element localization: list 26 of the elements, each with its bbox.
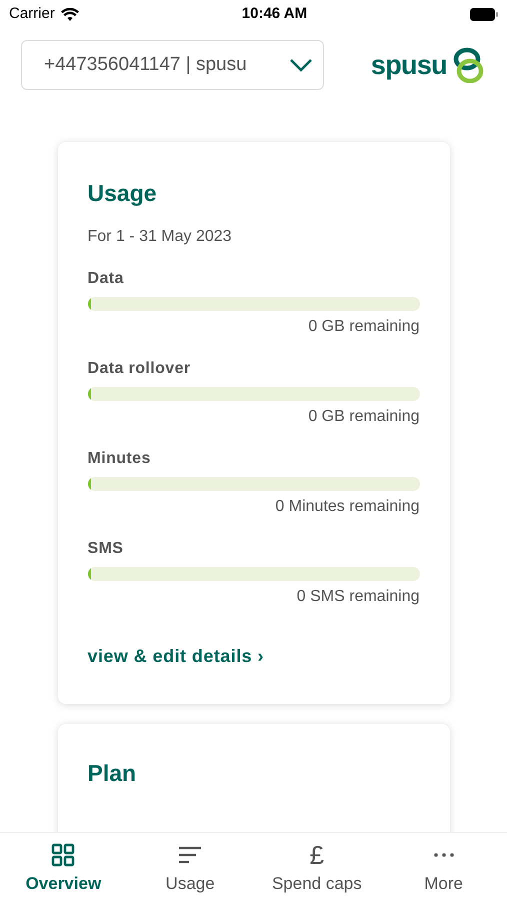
card-title: Plan (88, 758, 138, 788)
usage-period: For 1 - 31 May 2023 (88, 226, 233, 246)
logo: spusu (370, 44, 485, 86)
chevron-down-icon (289, 58, 313, 72)
more-icon (434, 853, 454, 857)
pound-icon: £ (310, 843, 324, 867)
tab[interactable]: Usage (126, 833, 254, 900)
grid-icon (51, 843, 76, 867)
tab[interactable]: Overview (0, 833, 127, 900)
card-title: Usage (88, 179, 158, 208)
account-dropdown[interactable]: +447356041147 | spusu (21, 40, 324, 90)
status-time: 10:46 AM (242, 4, 308, 24)
details-link[interactable]: view & edit details › (88, 642, 420, 670)
meter-label: Data (88, 268, 125, 288)
meter-label: Data rollover (88, 358, 192, 378)
tab[interactable]: £ Spend caps (254, 833, 380, 900)
meter-label: Minutes (88, 448, 152, 468)
meter-label: SMS (88, 538, 124, 558)
meter-reading: 0 SMS remaining (296, 586, 420, 606)
meter-reading: 0 GB remaining (308, 316, 420, 336)
battery-icon (470, 8, 498, 20)
wifi-icon (60, 8, 79, 20)
carrier-label: Carrier (9, 4, 55, 24)
meter-reading: 0 Minutes remaining (275, 496, 420, 516)
tab[interactable]: More (380, 833, 507, 900)
meter-reading: 0 GB remaining (308, 406, 420, 426)
